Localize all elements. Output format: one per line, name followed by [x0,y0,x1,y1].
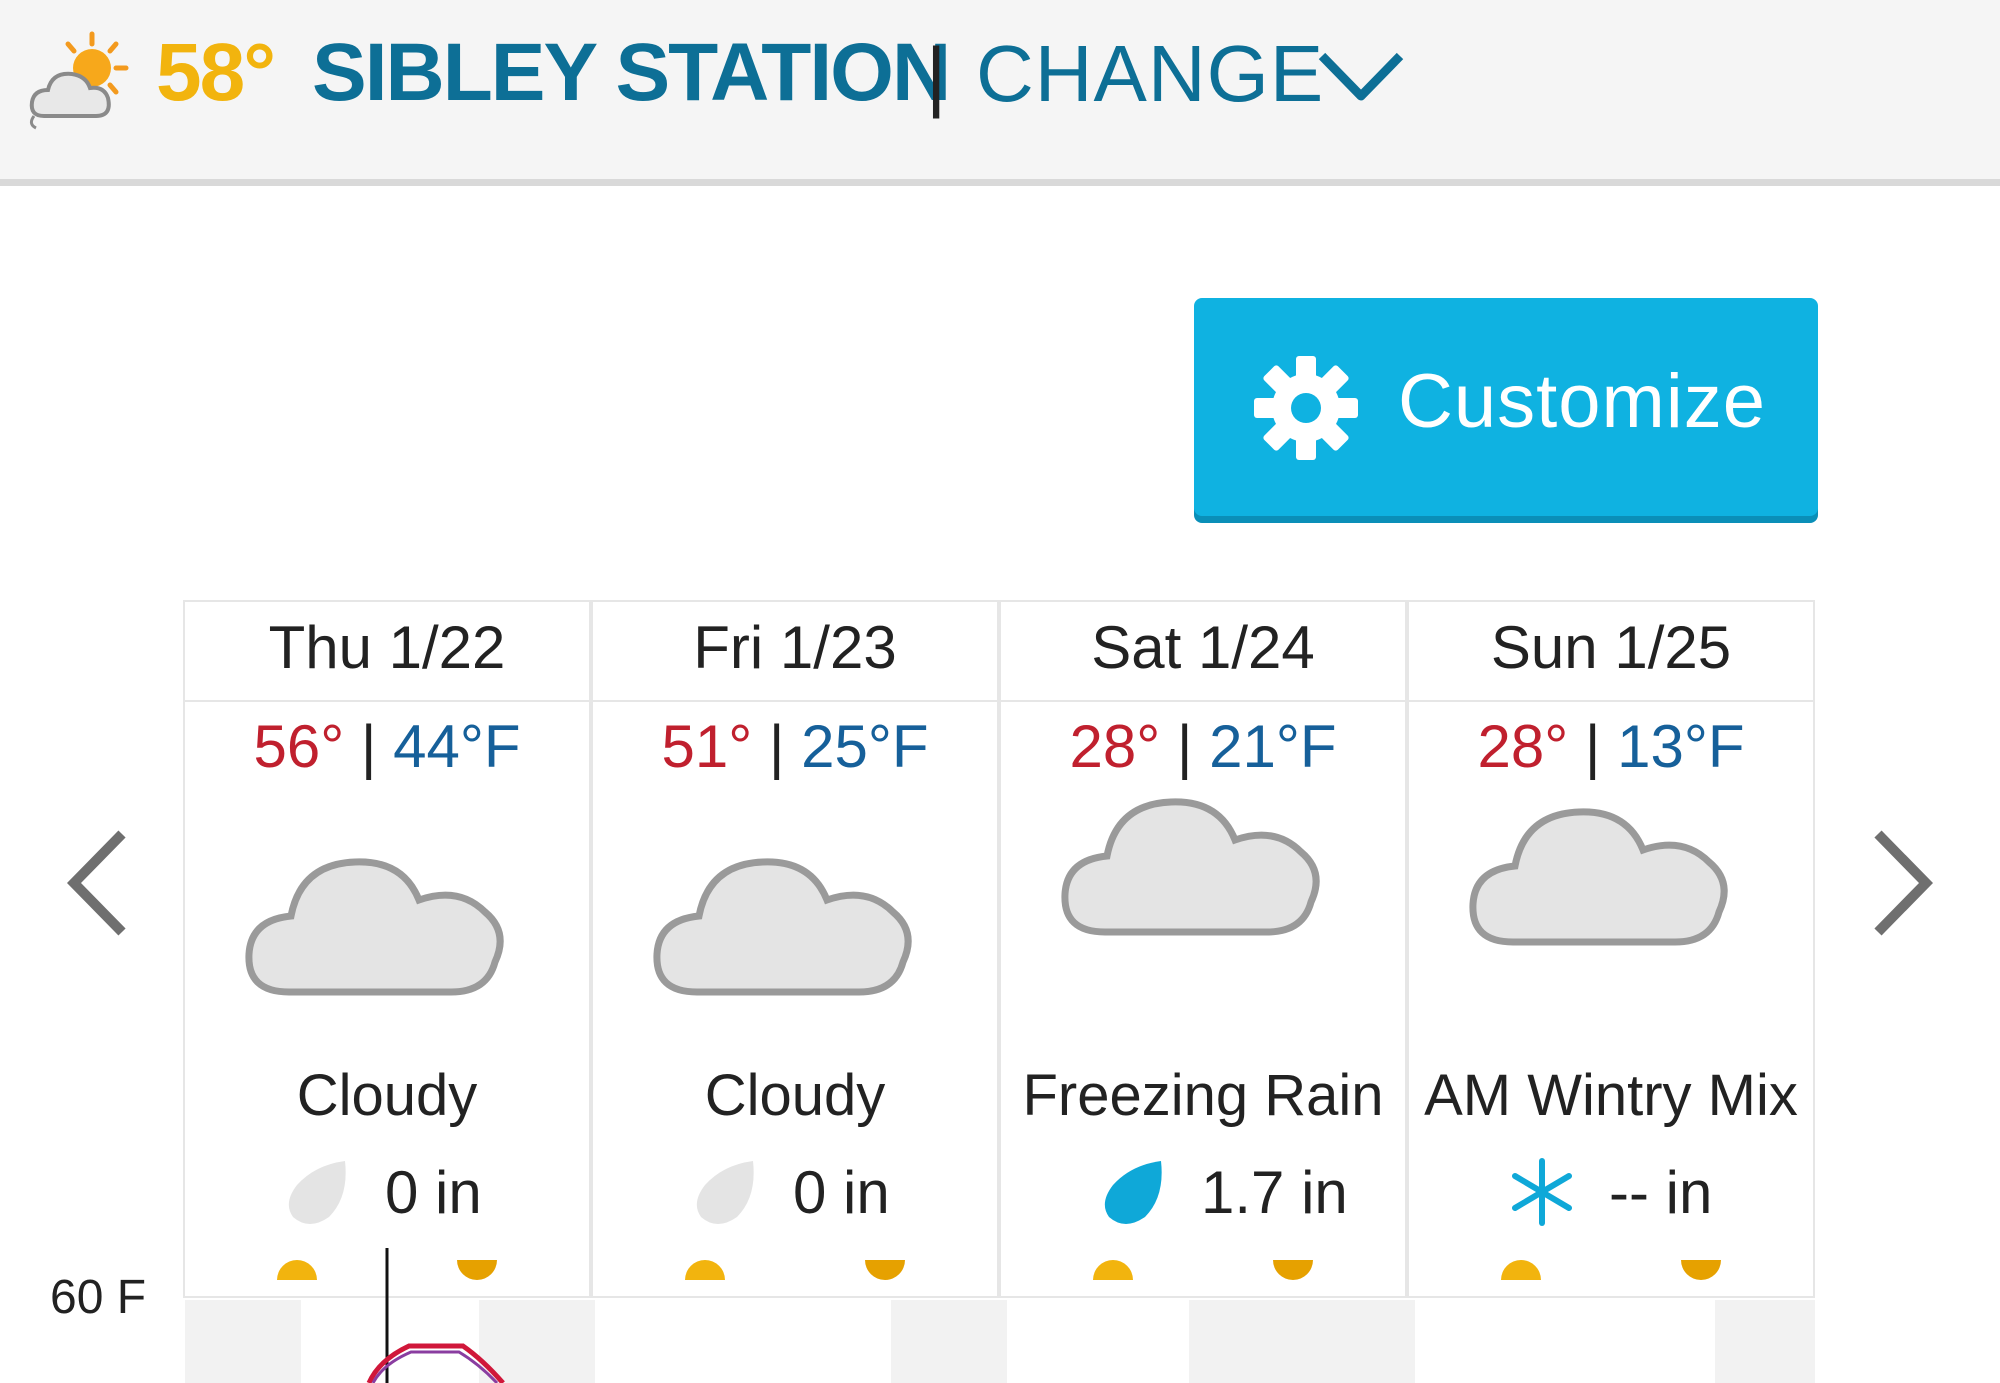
chart-y-label: 60 F [50,1271,147,1324]
forecast-day[interactable]: Sun 1/25 28° | 13°F AM Wintry Mix -- in [1407,600,1815,1298]
precip-amount: 1.7 in [1201,1159,1348,1226]
temp-separator: | [360,713,377,780]
header-separator: | [926,31,947,119]
precip-amount: 0 in [793,1159,890,1226]
precip-amount: 0 in [385,1159,482,1226]
cloud-icon [245,858,504,996]
current-temperature: 58° [156,27,276,118]
low-temp: 25°F [801,713,929,780]
day-date: Sun 1/25 [1409,602,1813,702]
high-temp: 28° [1069,713,1161,780]
chevron-right-icon[interactable] [1860,828,1940,938]
low-temp: 44°F [393,713,521,780]
high-temp: 28° [1477,713,1569,780]
location-header: 58° SIBLEY STATION | CHANGE [0,0,2000,186]
forecast-panel: Thu 1/22 56° | 44°F Cloudy 0 in Fri 1/23… [183,600,1817,1383]
change-location-link[interactable]: CHANGE [976,28,1324,120]
day-date: Sat 1/24 [1001,602,1405,702]
chevron-down-icon[interactable] [1316,48,1406,104]
temp-separator: | [768,713,785,780]
high-temp: 56° [253,713,345,780]
day-temps: 28° | 13°F [1409,712,1813,781]
condition-label: Freezing Rain [1022,1063,1384,1128]
chevron-left-icon[interactable] [60,828,140,938]
low-temp: 13°F [1617,713,1745,780]
temp-separator: | [1584,713,1601,780]
day-date: Thu 1/22 [185,602,589,702]
gear-icon [1254,356,1358,460]
station-name: SIBLEY STATION [312,27,951,118]
partly-cloudy-icon [29,31,129,130]
raindrop-icon [288,1161,346,1224]
freezing-rain-icon [1061,798,1320,936]
day-temps: 28° | 21°F [1001,712,1405,781]
wintry-mix-icon [1469,808,1728,946]
day-temps: 51° | 25°F [593,712,997,781]
forecast-day[interactable]: Fri 1/23 51° | 25°F Cloudy 0 in [591,600,999,1298]
customize-button[interactable]: Customize [1194,298,1818,516]
cloud-icon [653,858,912,996]
temperature-line [366,1248,505,1383]
low-temp: 21°F [1209,713,1337,780]
hourly-temperature-chart[interactable] [183,1248,1817,1383]
day-temps: 56° | 44°F [185,712,589,781]
condition-label: AM Wintry Mix [1424,1063,1798,1128]
snowflake-icon [1512,1158,1572,1226]
day-date: Fri 1/23 [593,602,997,702]
condition-label: Cloudy [704,1063,886,1128]
precip-amount: -- in [1609,1159,1713,1226]
customize-label: Customize [1398,359,1766,444]
forecast-day[interactable]: Sat 1/24 28° | 21°F Freezing Rain 1.7 in [999,600,1407,1298]
forecast-day[interactable]: Thu 1/22 56° | 44°F Cloudy 0 in [183,600,591,1298]
raindrop-icon [1104,1161,1162,1224]
condition-label: Cloudy [296,1063,478,1128]
raindrop-icon [696,1161,754,1224]
temp-separator: | [1176,713,1193,780]
high-temp: 51° [661,713,753,780]
